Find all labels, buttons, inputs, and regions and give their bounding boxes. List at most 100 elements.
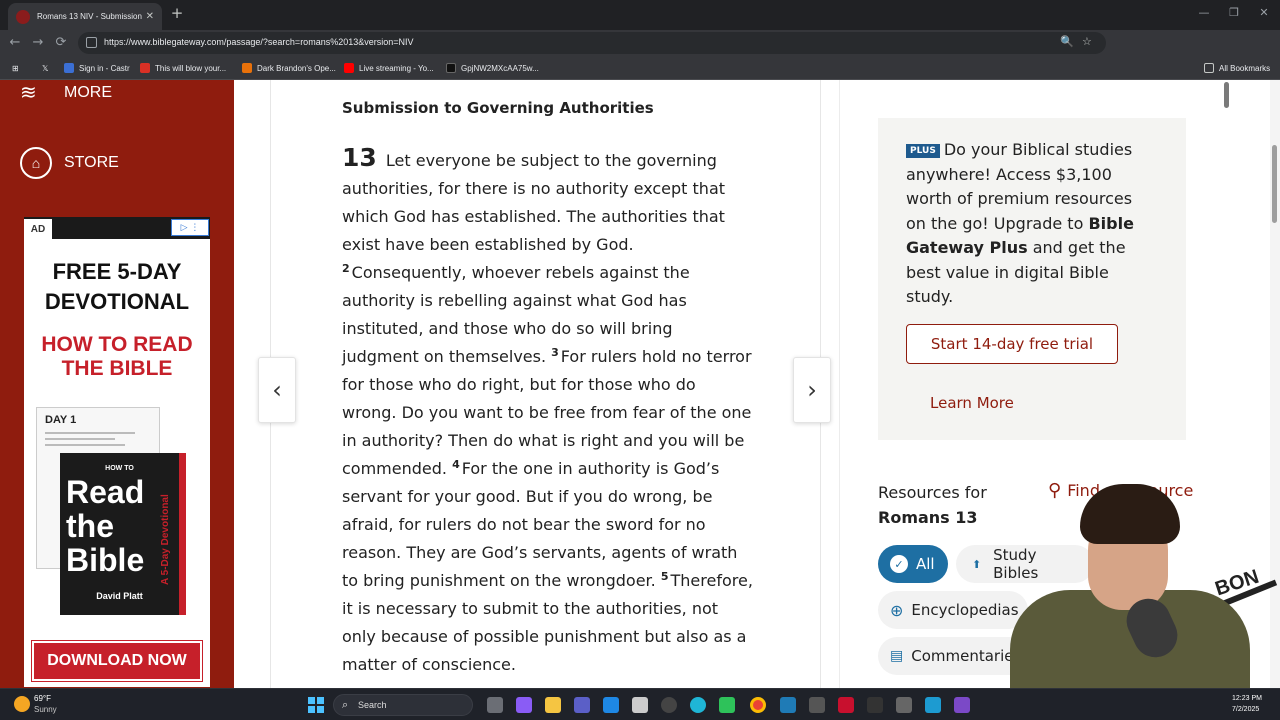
day-label: DAY 1 (45, 414, 77, 426)
site-info-icon[interactable] (86, 37, 97, 48)
verse-number: 3 (551, 346, 559, 359)
bookmark-item[interactable]: Dark Brandon's Ope... (242, 61, 336, 75)
biblegateway-favicon-icon (16, 9, 30, 24)
app-icon[interactable] (954, 697, 970, 713)
minimize-icon[interactable]: — (1196, 6, 1212, 19)
bookmark-x-icon[interactable]: 𝕏 (42, 61, 48, 75)
learn-more-link[interactable]: Learn More (930, 394, 1014, 412)
maximize-icon[interactable]: ❐ (1226, 6, 1242, 19)
app-icon[interactable] (925, 697, 941, 713)
section-heading: Submission to Governing Authorities (342, 99, 654, 117)
tab-strip: Romans 13 NIV - Submission to Governing … (0, 0, 1280, 30)
study-bible-icon: ⬆ (971, 557, 982, 571)
reload-button[interactable]: ⟳ (52, 34, 70, 52)
clock-time[interactable]: 12:23 PM (1232, 695, 1262, 702)
cortana-icon[interactable] (690, 697, 706, 713)
windows-taskbar: 69°F Sunny ⌕ Search 12:23 PM 7/2/2025 (0, 688, 1280, 720)
windows-start-icon[interactable] (308, 697, 324, 713)
bookmark-item[interactable]: GpjNW2MXcAA75w... (446, 61, 539, 75)
comment-icon: ▤ (890, 648, 904, 664)
download-now-button[interactable]: DOWNLOAD NOW (31, 640, 203, 682)
passage-column: Submission to Governing Authorities 13 L… (270, 80, 821, 688)
browser-toolbar: ← → ⟳ https://www.biblegateway.com/passa… (0, 30, 1280, 80)
tab-close-icon[interactable]: ✕ (146, 11, 154, 22)
start-free-trial-button[interactable]: Start 14-day free trial (906, 324, 1118, 364)
taskbar-search[interactable]: ⌕ Search (333, 694, 473, 716)
sidebar-item-store[interactable]: ⌂ STORE (20, 147, 119, 179)
zoom-icon[interactable]: 🔍 (1060, 35, 1074, 48)
advertisement[interactable]: AD ▷ ⋮ FREE 5-DAY DEVOTIONAL HOW TO READ… (24, 217, 210, 687)
all-bookmarks[interactable]: All Bookmarks (1204, 61, 1270, 75)
book-cover-image: HOW TO Read the Bible A 5-Day Devotional… (60, 453, 186, 615)
bookmark-item[interactable]: Sign in - Castr (64, 61, 130, 75)
resources-title: Resources for Romans 13 (878, 483, 987, 527)
file-explorer-icon[interactable] (545, 697, 561, 713)
search-icon: ⌕ (342, 698, 349, 711)
weather-condition[interactable]: Sunny (34, 705, 57, 714)
address-bar[interactable]: https://www.biblegateway.com/passage/?se… (78, 32, 1106, 54)
next-chapter-button[interactable]: › (793, 357, 831, 423)
promo-text: PLUS Do your Biblical studies anywhere! A… (906, 140, 1134, 306)
forward-button[interactable]: → (29, 34, 47, 52)
copilot-icon[interactable] (516, 697, 532, 713)
site-sidebar: ≋ MORE ⌂ STORE AD ▷ ⋮ FREE 5-DAY DEVOTIO… (0, 80, 234, 688)
bookmark-favicon-icon (140, 63, 150, 73)
ad-subheadline: HOW TO READ (41, 333, 193, 356)
ad-headline: DEVOTIONAL (44, 289, 190, 314)
bookmark-favicon-icon (242, 63, 252, 73)
folder-icon (1204, 63, 1214, 73)
app-icon[interactable] (867, 697, 883, 713)
previous-chapter-button[interactable]: ‹ (258, 357, 296, 423)
sidebar-item-label: MORE (64, 83, 112, 101)
chrome-icon[interactable] (750, 697, 766, 713)
filter-commentaries-button[interactable]: ▤ Commentaries (878, 637, 1028, 675)
tab-title: Romans 13 NIV - Submission to Governing … (37, 12, 142, 21)
inner-scrollbar-thumb[interactable] (1224, 82, 1229, 108)
filter-all-button[interactable]: ✓ All (878, 545, 948, 583)
sidebar-item-more[interactable]: ≋ MORE (20, 80, 112, 105)
globe-icon: ⊕ (890, 600, 904, 620)
person-hair (1080, 484, 1180, 544)
verse-text: Let everyone be subject to the governing… (342, 151, 726, 254)
bookmark-x-favicon-icon (446, 63, 456, 73)
ad-choices-icon[interactable]: ▷ ⋮ (171, 219, 209, 236)
back-button[interactable]: ← (6, 34, 24, 52)
plus-badge: PLUS (906, 143, 940, 158)
bookmark-item[interactable]: This will blow your... (140, 61, 226, 75)
check-icon: ✓ (890, 555, 908, 573)
edge-icon[interactable] (603, 697, 619, 713)
window-close-icon[interactable]: ✕ (1256, 6, 1272, 19)
app-icon[interactable] (838, 697, 854, 713)
text-line (45, 444, 125, 446)
app-icon[interactable] (780, 697, 796, 713)
verse-number: 5 (660, 570, 669, 583)
book-howto: HOW TO (105, 465, 134, 472)
app-icon[interactable] (809, 697, 825, 713)
new-tab-button[interactable]: + (168, 4, 186, 22)
more-icon: ≋ (20, 82, 37, 104)
clock-date[interactable]: 7/2/2025 (1232, 706, 1259, 713)
task-view-icon[interactable] (487, 697, 503, 713)
bookmark-favicon-icon (64, 63, 74, 73)
phone-app-icon[interactable] (719, 697, 735, 713)
book-author: David Platt (96, 591, 143, 601)
dell-icon[interactable] (661, 697, 677, 713)
teams-icon[interactable] (574, 697, 590, 713)
app-icon[interactable] (896, 697, 912, 713)
weather-sun-icon[interactable] (14, 696, 30, 712)
plus-promo-card: PLUS Do your Biblical studies anywhere! A… (878, 118, 1186, 440)
scrollbar-thumb[interactable] (1272, 145, 1277, 223)
url-text[interactable]: https://www.biblegateway.com/passage/?se… (104, 37, 414, 47)
book-title: Read the Bible (66, 474, 145, 578)
weather-temp[interactable]: 69°F (34, 694, 51, 703)
active-tab[interactable]: Romans 13 NIV - Submission to Governing … (8, 3, 162, 30)
search-label: Search (358, 700, 387, 710)
bookmark-star-icon[interactable]: ☆ (1082, 35, 1092, 48)
ad-subheadline: THE BIBLE (61, 357, 173, 380)
bookmark-item[interactable]: Live streaming - Yo... (344, 61, 434, 75)
sidebar-item-label: STORE (64, 154, 119, 171)
filter-encyclopedias-button[interactable]: ⊕ Encyclopedias (878, 591, 1028, 629)
book-subtitle: A 5-Day Devotional (160, 494, 171, 585)
apps-grid-icon[interactable]: ⊞ (12, 61, 19, 75)
store-app-icon[interactable] (632, 697, 648, 713)
